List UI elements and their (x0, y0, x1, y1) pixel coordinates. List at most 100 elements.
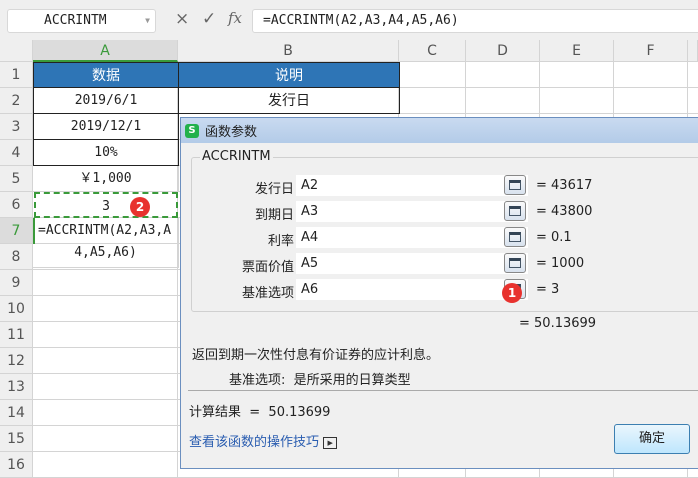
argument-label: 票面价值 (241, 260, 294, 275)
cell-a8[interactable]: 4,A5,A6) (33, 242, 179, 268)
argument-input[interactable]: A3 (296, 201, 528, 222)
video-icon[interactable]: ▶ (323, 436, 338, 449)
row-header-5[interactable]: 5 (0, 166, 33, 192)
grid-cell[interactable] (33, 348, 178, 374)
cell-a4[interactable]: 10% (33, 140, 179, 166)
cell-a7[interactable]: =ACCRINTM(A2,A3,A (33, 218, 179, 244)
argument-input[interactable]: A2 (296, 175, 528, 196)
row-header-2[interactable]: 2 (0, 88, 33, 114)
argument-label: 发行日 (254, 182, 294, 197)
cell-a5[interactable]: ￥1,000 (33, 166, 179, 192)
row-header-13[interactable]: 13 (0, 374, 33, 400)
step-badge-2: 2 (130, 197, 150, 217)
grid-cell[interactable] (33, 270, 178, 296)
argument-input[interactable]: A4 (296, 227, 528, 248)
select-all-corner[interactable] (0, 40, 33, 62)
grid-cell[interactable] (466, 88, 540, 114)
function-arguments-dialog: S 函数参数 ACCRINTM 发行日 A2 = 43617 到期日 A3 = 43… (180, 117, 698, 469)
grid-cell[interactable] (688, 62, 698, 88)
calc-result: 计算结果 = 50.13699 (189, 405, 331, 420)
grid-cell[interactable] (33, 322, 178, 348)
name-box[interactable]: ACCRINTM ▼ (7, 9, 156, 33)
row-header-11[interactable]: 11 (0, 322, 33, 348)
argument-value: = 3 (536, 282, 560, 297)
grid-cell[interactable] (466, 62, 540, 88)
name-box-value: ACCRINTM (44, 13, 107, 28)
range-select-icon[interactable] (504, 175, 526, 195)
col-header-e[interactable]: E (540, 40, 614, 62)
arguments-group: ACCRINTM 发行日 A2 = 43617 到期日 A3 = 43800 利率 … (191, 149, 698, 312)
argument-row: 基准选项 A6 = 3 (192, 279, 698, 301)
range-select-icon[interactable] (504, 201, 526, 221)
cancel-icon[interactable]: × (175, 9, 189, 29)
argument-row: 利率 A4 = 0.1 (192, 227, 698, 249)
argument-label: 基准选项 (241, 286, 294, 301)
range-select-icon[interactable] (504, 253, 526, 273)
wps-spreadsheet-icon: S (185, 123, 199, 138)
row-header-7[interactable]: 7 (0, 218, 33, 244)
grid-cell[interactable] (540, 62, 614, 88)
grid-cell[interactable] (688, 88, 698, 114)
col-header-c[interactable]: C (399, 40, 466, 62)
row-header-1[interactable]: 1 (0, 62, 33, 88)
cell-a1[interactable]: 数据 (33, 62, 179, 88)
grid-cell[interactable] (33, 452, 178, 478)
argument-label: 利率 (267, 234, 294, 249)
grid-cell[interactable] (540, 88, 614, 114)
dialog-title-bar[interactable]: S 函数参数 (181, 118, 698, 143)
col-header-f[interactable]: F (614, 40, 688, 62)
range-select-icon[interactable] (504, 227, 526, 247)
row-header-4[interactable]: 4 (0, 140, 33, 166)
row-header-10[interactable]: 10 (0, 296, 33, 322)
row-header-3[interactable]: 3 (0, 114, 33, 140)
row-header-8[interactable]: 8 (0, 244, 33, 270)
row-header-6[interactable]: 6 (0, 192, 33, 218)
argument-label: 到期日 (254, 208, 294, 223)
grid-cell[interactable] (399, 88, 466, 114)
grid-cell[interactable] (399, 62, 466, 88)
argument-input[interactable]: A5 (296, 253, 528, 274)
argument-row: 到期日 A3 = 43800 (192, 201, 698, 223)
confirm-icon[interactable]: ✓ (202, 9, 216, 29)
chevron-down-icon[interactable]: ▼ (145, 10, 150, 32)
argument-value: = 43617 (536, 178, 593, 193)
cell-a3[interactable]: 2019/12/1 (33, 114, 179, 140)
argument-row: 票面价值 A5 = 1000 (192, 253, 698, 275)
cell-b2[interactable]: 发行日 (178, 88, 400, 114)
grid-cell[interactable] (33, 296, 178, 322)
row-header-9[interactable]: 9 (0, 270, 33, 296)
function-description: 返回到期一次性付息有价证券的应计利息。 (192, 348, 440, 363)
cell-a6[interactable]: 3 (34, 192, 178, 218)
cell-b1[interactable]: 说明 (178, 62, 400, 88)
row-header-12[interactable]: 12 (0, 348, 33, 374)
col-header-a[interactable]: A (33, 40, 178, 62)
argument-input[interactable]: A6 (296, 279, 528, 300)
dialog-title: 函数参数 (205, 125, 258, 140)
argument-value: = 0.1 (536, 230, 572, 245)
row-header-16[interactable]: 16 (0, 452, 33, 478)
help-link-text[interactable]: 查看该函数的操作技巧 (189, 435, 319, 450)
grid-cell[interactable] (614, 88, 688, 114)
step-badge-1: 1 (502, 283, 522, 303)
col-header-g (688, 40, 698, 62)
argument-value: = 1000 (536, 256, 585, 271)
argument-row: 发行日 A2 = 43617 (192, 175, 698, 197)
grid-cell[interactable] (614, 62, 688, 88)
insert-function-icon[interactable]: fx (228, 9, 242, 27)
cell-a2[interactable]: 2019/6/1 (33, 88, 179, 114)
argument-value: = 43800 (536, 204, 593, 219)
formula-result: = 50.13699 (519, 316, 597, 331)
grid-cell[interactable] (33, 400, 178, 426)
formula-input[interactable]: =ACCRINTM(A2,A3,A4,A5,A6) (252, 9, 698, 33)
arg-help-label: 基准选项: (229, 373, 286, 388)
formula-toolbar: ACCRINTM ▼ × ✓ fx =ACCRINTM(A2,A3,A4,A5,A… (0, 0, 698, 40)
help-link[interactable]: 查看该函数的操作技巧 ▶ (189, 431, 338, 450)
row-header-14[interactable]: 14 (0, 400, 33, 426)
col-header-d[interactable]: D (466, 40, 540, 62)
col-header-b[interactable]: B (178, 40, 399, 62)
grid-cell[interactable] (33, 426, 178, 452)
ok-button[interactable]: 确定 (614, 424, 690, 454)
grid-cell[interactable] (33, 374, 178, 400)
divider (188, 390, 698, 391)
row-header-15[interactable]: 15 (0, 426, 33, 452)
